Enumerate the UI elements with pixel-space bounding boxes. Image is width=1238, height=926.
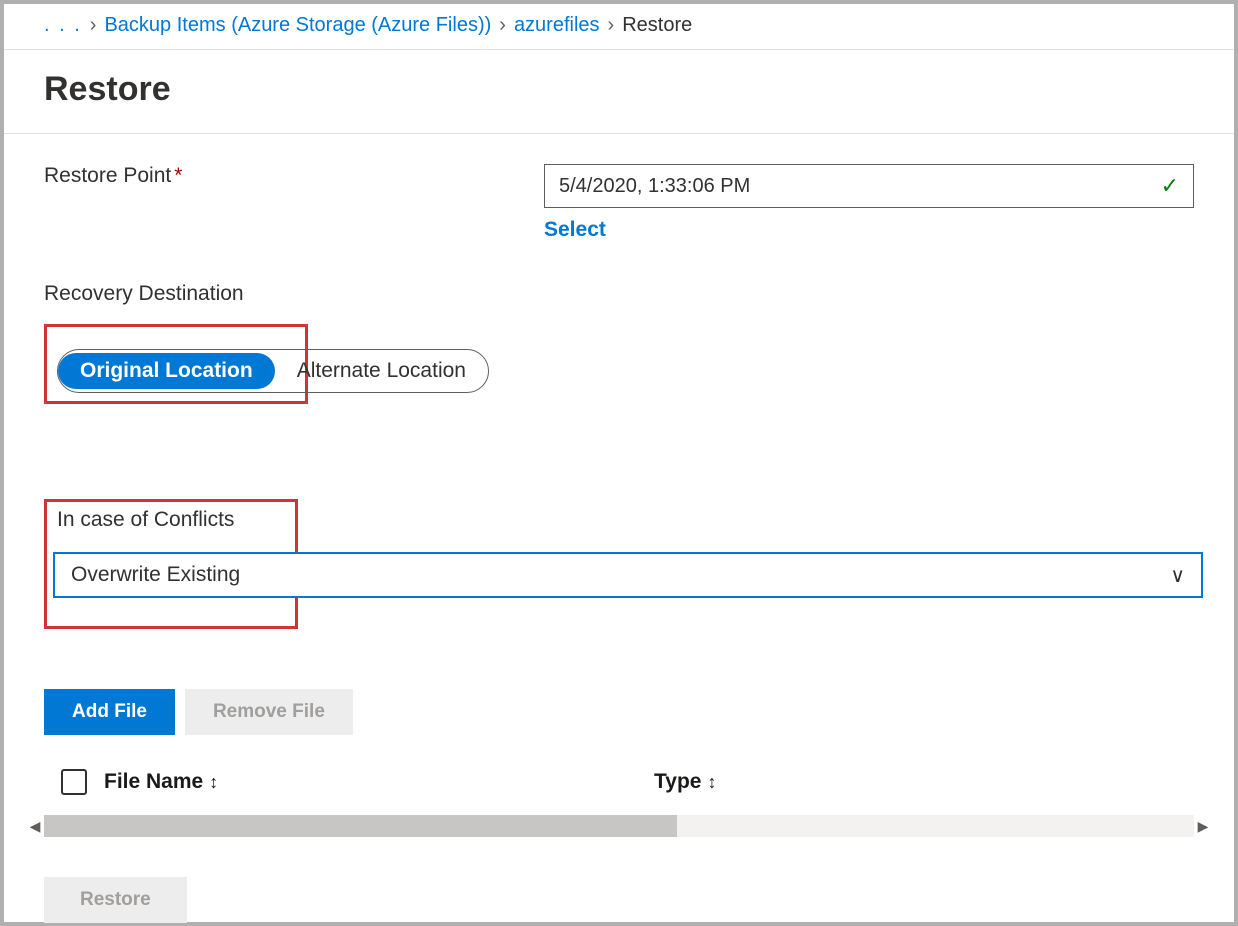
recovery-destination-toggle: Original Location Alternate Location — [57, 349, 489, 393]
conflicts-dropdown[interactable]: Overwrite Existing ∨ — [53, 552, 1203, 598]
restore-point-row: Restore Point* 5/4/2020, 1:33:06 PM ✓ Se… — [44, 164, 1194, 242]
scroll-thumb[interactable] — [44, 815, 677, 837]
breadcrumb-ellipsis[interactable]: . . . — [44, 14, 82, 37]
conflicts-highlight: In case of Conflicts Overwrite Existing … — [44, 499, 298, 629]
required-asterisk: * — [174, 164, 182, 187]
restore-point-value: 5/4/2020, 1:33:06 PM — [559, 175, 750, 198]
breadcrumb: . . . › Backup Items (Azure Storage (Azu… — [4, 4, 1234, 50]
toggle-alternate-location[interactable]: Alternate Location — [275, 353, 488, 389]
chevron-down-icon: ∨ — [1170, 563, 1185, 588]
restore-button: Restore — [44, 877, 187, 923]
select-link[interactable]: Select — [544, 218, 606, 242]
scroll-right-icon[interactable]: ▶ — [1194, 815, 1212, 837]
file-table-header: File Name ↕ Type ↕ — [44, 769, 1194, 795]
restore-point-label: Restore Point* — [44, 164, 544, 188]
sort-icon: ↕ — [707, 772, 716, 793]
sort-icon: ↕ — [209, 772, 218, 793]
chevron-right-icon: › — [90, 14, 97, 37]
add-file-button[interactable]: Add File — [44, 689, 175, 735]
page-title: Restore — [4, 50, 1234, 134]
breadcrumb-backup-items[interactable]: Backup Items (Azure Storage (Azure Files… — [104, 14, 491, 37]
chevron-right-icon: › — [608, 14, 615, 37]
conflicts-value: Overwrite Existing — [71, 563, 240, 587]
select-all-cell — [44, 769, 104, 795]
breadcrumb-azurefiles[interactable]: azurefiles — [514, 14, 600, 37]
file-buttons-row: Add File Remove File — [44, 689, 1194, 735]
chevron-right-icon: › — [499, 14, 506, 37]
remove-file-button: Remove File — [185, 689, 353, 735]
recovery-destination-highlight: Original Location Alternate Location — [44, 324, 308, 404]
conflicts-label: In case of Conflicts — [53, 502, 289, 542]
restore-point-input[interactable]: 5/4/2020, 1:33:06 PM ✓ — [544, 164, 1194, 208]
checkmark-icon: ✓ — [1161, 173, 1179, 199]
column-type[interactable]: Type ↕ — [654, 770, 1194, 794]
scroll-left-icon[interactable]: ◀ — [26, 815, 44, 837]
breadcrumb-current: Restore — [622, 14, 692, 37]
select-all-checkbox[interactable] — [61, 769, 87, 795]
column-file-name[interactable]: File Name ↕ — [104, 770, 654, 794]
footer: Restore — [44, 877, 1194, 923]
toggle-original-location[interactable]: Original Location — [58, 353, 275, 389]
horizontal-scrollbar[interactable]: ◀ ▶ — [44, 815, 1194, 837]
recovery-destination-label: Recovery Destination — [44, 282, 1194, 306]
